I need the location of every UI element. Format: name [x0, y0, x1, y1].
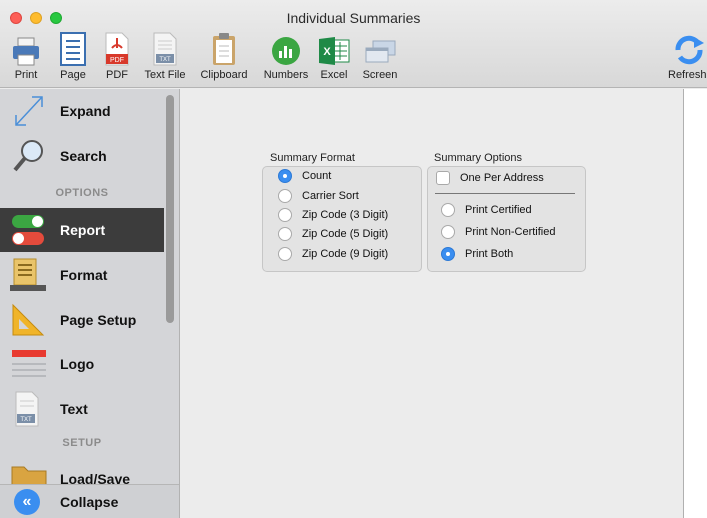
summary-format-title: Summary Format [270, 152, 355, 164]
checkbox-one-per-address[interactable]: One Per Address [436, 171, 544, 185]
collapse-icon: « [14, 489, 40, 515]
pdf-button[interactable]: PDF PDF [103, 30, 131, 81]
sidebar-item-logo[interactable]: Logo [0, 342, 164, 386]
radio-zip-3-indicator [278, 208, 292, 222]
radio-print-both-indicator [441, 247, 455, 261]
toggle-switches-icon [12, 215, 44, 245]
logo-icon [12, 350, 46, 377]
radio-carrier-sort-indicator [278, 189, 292, 203]
text-file-icon: TXT [153, 32, 177, 66]
radio-zip-3[interactable]: Zip Code (3 Digit) [278, 208, 388, 222]
section-label-options: OPTIONS [55, 187, 109, 199]
printer-icon [13, 37, 39, 66]
numbers-button[interactable]: Numbers [258, 30, 314, 81]
sidebar-item-page-setup[interactable]: Page Setup [0, 298, 164, 342]
sidebar-scrollbar[interactable] [166, 95, 174, 323]
collapse-button[interactable]: « Collapse [0, 484, 179, 518]
svg-text:PDF: PDF [110, 57, 124, 64]
sidebar: Expand Search OPTIONS Report Format Page… [0, 89, 180, 518]
screen-icon [365, 40, 396, 63]
radio-zip-9[interactable]: Zip Code (9 Digit) [278, 247, 388, 261]
checkbox-one-per-address-box [436, 171, 450, 185]
radio-zip-9-indicator [278, 247, 292, 261]
window-title: Individual Summaries [286, 10, 421, 26]
radio-print-non-certified[interactable]: Print Non-Certified [441, 225, 555, 239]
svg-text:TXT: TXT [159, 57, 171, 63]
expand-icon [15, 96, 43, 126]
main-panel: Summary Format Count Carrier Sort Zip Co… [181, 89, 683, 518]
radio-count[interactable]: Count [278, 169, 331, 183]
triangle-ruler-icon [12, 303, 45, 336]
summary-options-title: Summary Options [434, 152, 523, 164]
page-button[interactable]: Page [58, 30, 88, 81]
sidebar-item-format[interactable]: Format [0, 253, 164, 297]
section-label-setup: SETUP [62, 437, 102, 449]
numbers-icon [272, 37, 300, 65]
search-icon [13, 140, 43, 172]
pdf-icon: PDF [105, 32, 129, 66]
refresh-icon [675, 35, 704, 65]
text-icon: TXT [15, 391, 39, 427]
format-icon [10, 258, 46, 291]
excel-button[interactable]: X Excel [318, 30, 350, 81]
radio-carrier-sort[interactable]: Carrier Sort [278, 189, 359, 203]
radio-print-both[interactable]: Print Both [441, 247, 513, 261]
window-toolbar: Individual Summaries Print Page PDF PDF … [0, 0, 707, 88]
clipboard-icon [213, 33, 235, 65]
sidebar-item-report[interactable]: Report [0, 208, 164, 252]
screen-button[interactable]: Screen [358, 30, 402, 81]
right-panel-edge [683, 89, 707, 518]
radio-count-indicator [278, 169, 292, 183]
sidebar-item-expand[interactable]: Expand [0, 89, 164, 133]
text-file-button[interactable]: TXT Text File [142, 30, 188, 81]
options-separator [435, 193, 575, 194]
sidebar-item-text[interactable]: TXT Text [0, 387, 164, 431]
refresh-button[interactable]: Refresh [668, 30, 707, 81]
svg-text:TXT: TXT [20, 417, 32, 423]
svg-text:X: X [323, 46, 331, 58]
excel-icon: X [319, 37, 350, 65]
sidebar-item-search[interactable]: Search [0, 134, 164, 178]
print-button[interactable]: Print [12, 30, 40, 81]
radio-print-non-certified-indicator [441, 225, 455, 239]
radio-zip-5-indicator [278, 227, 292, 241]
radio-print-certified[interactable]: Print Certified [441, 203, 532, 217]
page-icon [60, 32, 86, 66]
radio-print-certified-indicator [441, 203, 455, 217]
radio-zip-5[interactable]: Zip Code (5 Digit) [278, 227, 388, 241]
clipboard-button[interactable]: Clipboard [196, 30, 252, 81]
